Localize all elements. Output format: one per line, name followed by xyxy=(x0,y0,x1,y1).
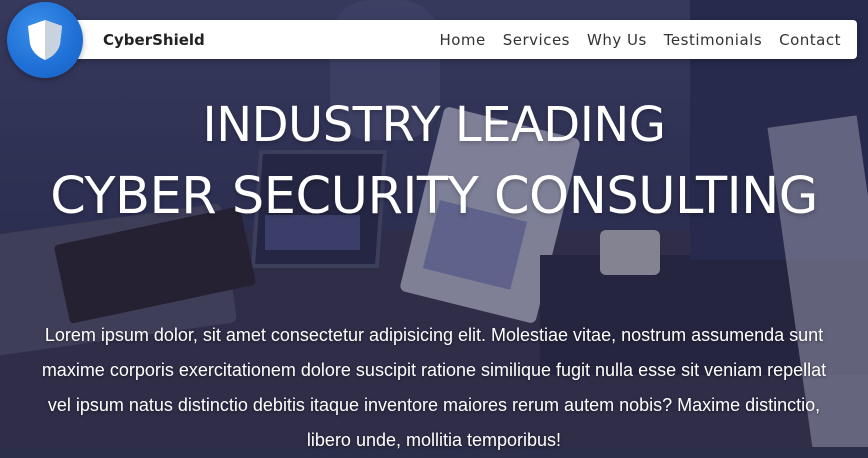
hero-title-line1: INDUSTRY LEADING xyxy=(202,97,666,153)
navbar: CyberShield Home Services Why Us Testimo… xyxy=(58,20,857,59)
nav-link-services[interactable]: Services xyxy=(503,31,570,49)
brand-name[interactable]: CyberShield xyxy=(103,31,205,49)
hero-title-line2: CYBER SECURITY CONSULTING xyxy=(50,167,818,226)
nav-links: Home Services Why Us Testimonials Contac… xyxy=(439,31,841,49)
nav-link-why-us[interactable]: Why Us xyxy=(587,31,647,49)
nav-link-contact[interactable]: Contact xyxy=(779,31,841,49)
logo[interactable] xyxy=(7,2,83,78)
nav-link-testimonials[interactable]: Testimonials xyxy=(664,31,762,49)
hero-description: Lorem ipsum dolor, sit amet consectetur … xyxy=(41,325,827,450)
nav-link-home[interactable]: Home xyxy=(439,31,485,49)
shield-icon xyxy=(28,20,62,60)
